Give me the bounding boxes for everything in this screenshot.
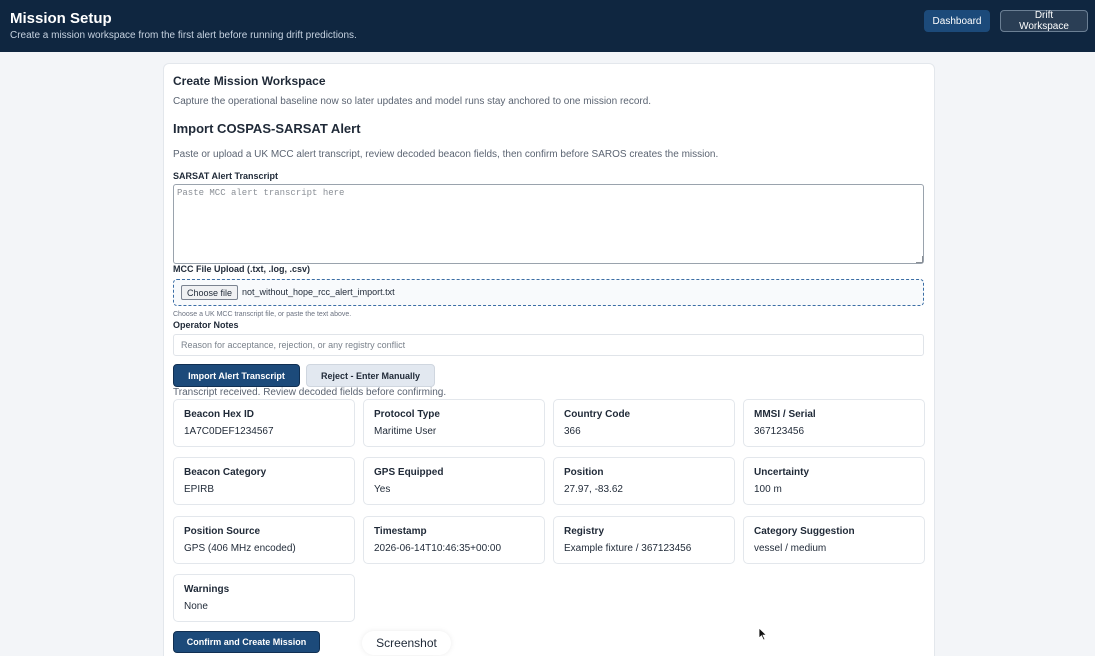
transcript-textarea[interactable] xyxy=(173,184,924,264)
import-status-message: Transcript received. Review decoded fiel… xyxy=(173,387,447,398)
field-beacon-hex-id: Beacon Hex ID 1A7C0DEF1234567 xyxy=(173,399,355,447)
field-label: MMSI / Serial xyxy=(754,409,816,420)
file-upload-hint: Choose a UK MCC transcript file, or past… xyxy=(173,311,352,318)
field-value: EPIRB xyxy=(184,484,215,495)
field-value: Maritime User xyxy=(374,426,437,437)
field-registry: Registry Example fixture / 367123456 xyxy=(553,516,735,564)
field-position: Position 27.97, -83.62 xyxy=(553,457,735,505)
field-value: 1A7C0DEF1234567 xyxy=(184,426,274,437)
field-label: Beacon Hex ID xyxy=(184,409,255,420)
field-beacon-category: Beacon Category EPIRB xyxy=(173,457,355,505)
import-alert-button[interactable]: Import Alert Transcript xyxy=(173,364,300,387)
field-label: Warnings xyxy=(184,584,230,595)
field-label: Country Code xyxy=(564,409,631,420)
field-value: 100 m xyxy=(754,484,782,495)
import-description: Paste or upload a UK MCC alert transcrip… xyxy=(173,149,719,160)
page-title: Mission Setup xyxy=(10,10,112,27)
field-position-source: Position Source GPS (406 MHz encoded) xyxy=(173,516,355,564)
field-label: Protocol Type xyxy=(374,409,440,420)
choose-file-button[interactable]: Choose file xyxy=(181,285,239,300)
field-value: 27.97, -83.62 xyxy=(564,484,623,495)
selected-file-name: not_without_hope_rcc_alert_import.txt xyxy=(242,287,395,297)
field-label: Position xyxy=(564,467,604,478)
field-value: Yes xyxy=(374,484,391,495)
screenshot-tooltip: Screenshot xyxy=(362,631,451,655)
field-label: Uncertainty xyxy=(754,467,810,478)
field-label: Registry xyxy=(564,526,605,537)
page-subtitle: Create a mission workspace from the firs… xyxy=(10,30,357,41)
field-value: 2026-06-14T10:46:35+00:00 xyxy=(374,543,502,554)
field-category-suggestion: Category Suggestion vessel / medium xyxy=(743,516,925,564)
resize-handle-icon[interactable] xyxy=(916,256,923,263)
field-gps-equipped: GPS Equipped Yes xyxy=(363,457,545,505)
field-uncertainty: Uncertainty 100 m xyxy=(743,457,925,505)
field-warnings: Warnings None xyxy=(173,574,355,622)
field-country-code: Country Code 366 xyxy=(553,399,735,447)
workspace-description: Capture the operational baseline now so … xyxy=(173,96,652,107)
file-upload-label: MCC File Upload (.txt, .log, .csv) xyxy=(173,264,311,274)
field-value: 366 xyxy=(564,426,581,437)
field-label: Position Source xyxy=(184,526,261,537)
field-label: Beacon Category xyxy=(184,467,267,478)
field-value: None xyxy=(184,601,208,612)
field-value: GPS (406 MHz encoded) xyxy=(184,543,296,554)
field-label: GPS Equipped xyxy=(374,467,444,478)
field-value: Example fixture / 367123456 xyxy=(564,543,692,554)
field-label: Category Suggestion xyxy=(754,526,855,537)
import-heading: Import COSPAS-SARSAT Alert xyxy=(173,121,361,136)
reject-manual-button[interactable]: Reject - Enter Manually xyxy=(306,364,435,387)
confirm-create-mission-button[interactable]: Confirm and Create Mission xyxy=(173,631,320,653)
field-protocol-type: Protocol Type Maritime User xyxy=(363,399,545,447)
mouse-cursor-icon xyxy=(758,627,768,641)
operator-notes-input[interactable] xyxy=(173,334,924,356)
drift-workspace-button[interactable]: Drift Workspace xyxy=(1000,10,1088,32)
field-timestamp: Timestamp 2026-06-14T10:46:35+00:00 xyxy=(363,516,545,564)
field-mmsi-serial: MMSI / Serial 367123456 xyxy=(743,399,925,447)
field-value: vessel / medium xyxy=(754,543,827,554)
dashboard-button[interactable]: Dashboard xyxy=(924,10,990,32)
transcript-label: SARSAT Alert Transcript xyxy=(173,171,279,181)
workspace-heading: Create Mission Workspace xyxy=(173,74,326,88)
field-label: Timestamp xyxy=(374,526,427,537)
operator-notes-label: Operator Notes xyxy=(173,320,239,330)
field-value: 367123456 xyxy=(754,426,805,437)
